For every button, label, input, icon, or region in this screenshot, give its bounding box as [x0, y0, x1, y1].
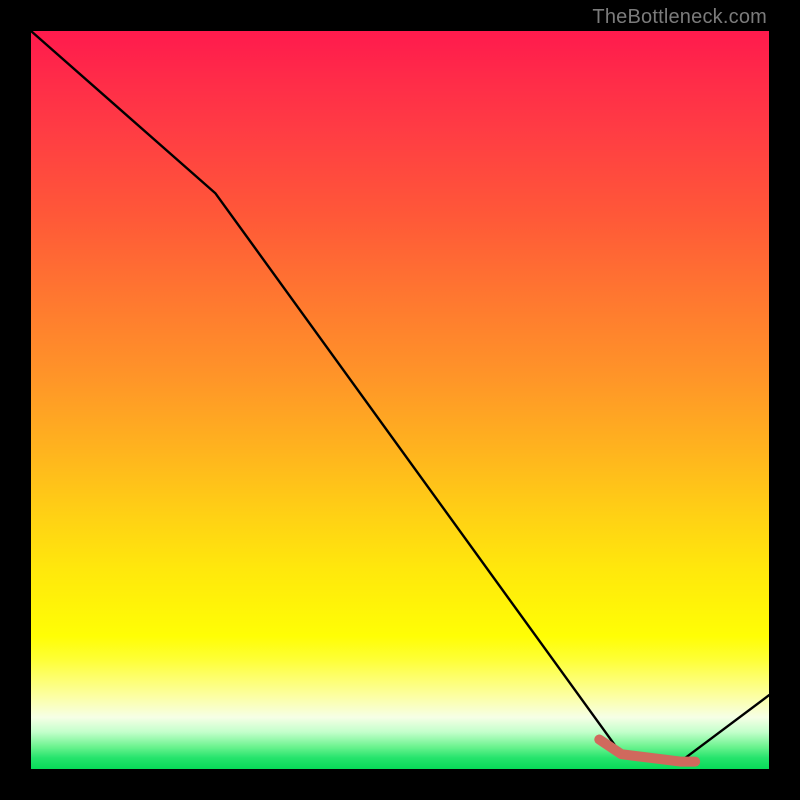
chart-overlay [31, 31, 769, 769]
plot-area [31, 31, 769, 769]
watermark-text: TheBottleneck.com [592, 6, 767, 29]
bottleneck-curve-line [31, 31, 769, 762]
chart-frame: TheBottleneck.com [0, 0, 800, 800]
